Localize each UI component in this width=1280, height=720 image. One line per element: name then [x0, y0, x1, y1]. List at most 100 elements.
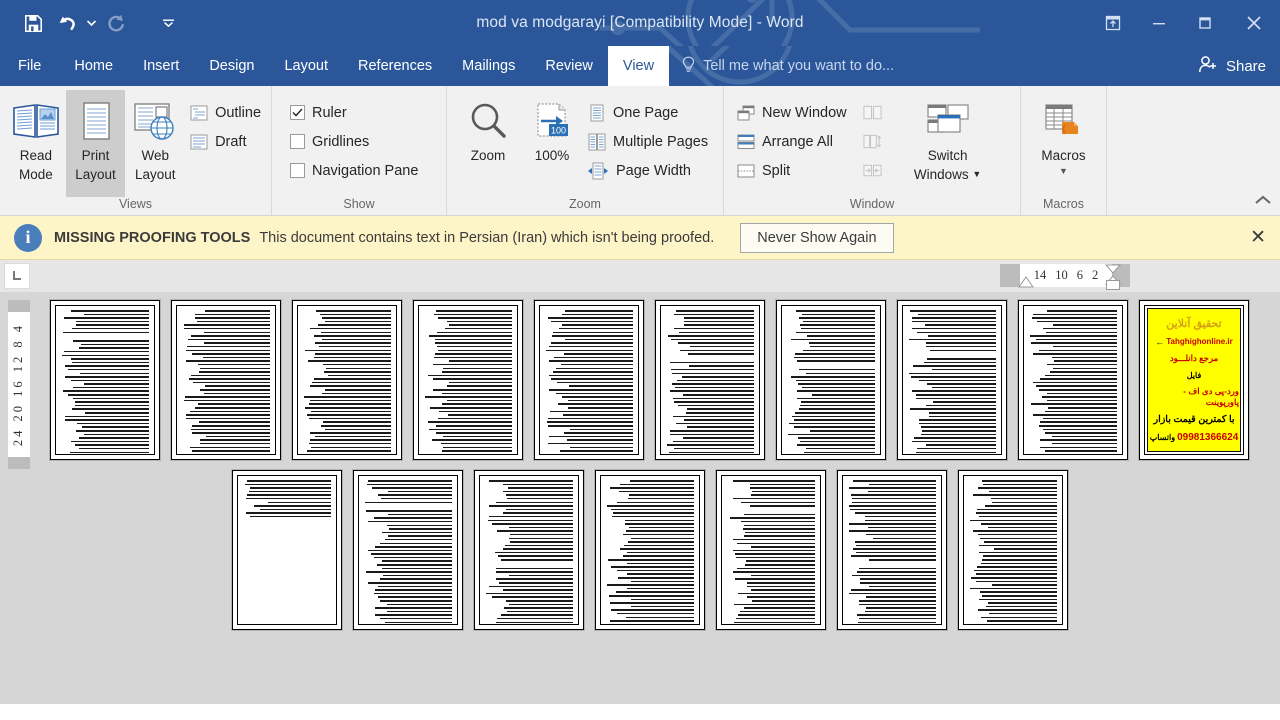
zoom-button[interactable]: Zoom [455, 90, 521, 197]
print-layout-button[interactable]: Print Layout [65, 90, 126, 197]
document-page[interactable] [776, 300, 886, 460]
document-page[interactable] [413, 300, 523, 460]
gridlines-checkbox-item[interactable]: Gridlines [286, 127, 422, 156]
draft-icon [189, 132, 208, 151]
document-text-line [373, 592, 452, 595]
document-page[interactable] [716, 470, 826, 630]
tab-stop-selector[interactable] [4, 263, 30, 289]
document-text-line [448, 324, 512, 326]
tab-file[interactable]: File [0, 46, 60, 86]
page-text-frame [842, 475, 942, 625]
zoom-100-button[interactable]: 100 100% [521, 90, 583, 197]
notification-message: This document contains text in Persian (… [259, 229, 715, 246]
document-page[interactable] [534, 300, 644, 460]
macros-button[interactable]: Macros ▼ [1028, 90, 1100, 197]
document-page[interactable] [837, 470, 947, 630]
document-text-line [788, 422, 875, 425]
document-page[interactable] [958, 470, 1068, 630]
left-indent-marker[interactable] [1018, 276, 1034, 288]
ruler-checkbox-item[interactable]: Ruler [286, 98, 422, 127]
page-text-frame [358, 475, 458, 625]
document-text-line [625, 523, 694, 525]
minimize-button[interactable] [1136, 0, 1182, 46]
document-text-line [927, 358, 996, 360]
document-text-line [1048, 407, 1117, 409]
document-text-line [1030, 342, 1117, 344]
navigation-pane-checkbox[interactable] [290, 163, 305, 178]
one-page-button[interactable]: One Page [583, 98, 712, 127]
document-page[interactable] [171, 300, 281, 460]
document-text-line [551, 378, 633, 380]
document-page[interactable] [353, 470, 463, 630]
tab-design[interactable]: Design [194, 46, 269, 86]
vertical-ruler[interactable]: 24 20 16 12 8 4 [8, 312, 30, 457]
document-text-line [549, 389, 633, 391]
tab-review[interactable]: Review [530, 46, 608, 86]
multiple-pages-button[interactable]: Multiple Pages [583, 127, 712, 156]
tab-insert[interactable]: Insert [128, 46, 194, 86]
page-text-frame [902, 305, 1002, 455]
document-text-line [569, 428, 633, 431]
undo-dropdown-button[interactable] [84, 8, 99, 38]
document-text-line [688, 365, 754, 367]
document-text-line [492, 523, 573, 525]
hanging-indent-marker[interactable] [1106, 280, 1120, 290]
tab-view[interactable]: View [607, 46, 670, 86]
draft-button[interactable]: Draft [185, 127, 265, 156]
document-text-line [609, 602, 694, 604]
outline-button[interactable]: Outline [185, 98, 265, 127]
document-page[interactable] [232, 470, 342, 630]
read-mode-label-2: Mode [18, 166, 53, 182]
page-text-frame [237, 475, 337, 625]
document-text-line [741, 520, 815, 523]
new-window-button[interactable]: New Window [732, 98, 851, 127]
web-layout-button[interactable]: Web Layout [125, 90, 185, 197]
notification-close-button[interactable]: ✕ [1250, 226, 1266, 249]
close-button[interactable] [1228, 0, 1280, 46]
arrange-all-button[interactable]: Arrange All [732, 127, 851, 156]
page-width-button[interactable]: Page Width [583, 156, 712, 185]
gridlines-checkbox[interactable] [290, 134, 305, 149]
restore-button[interactable] [1182, 0, 1228, 46]
document-canvas[interactable]: 24 20 16 12 8 4 تحقیق آنلاین Tahghighonli… [0, 292, 1280, 704]
navigation-pane-checkbox-item[interactable]: Navigation Pane [286, 156, 422, 185]
switch-windows-dropdown-icon[interactable]: ▼ [972, 169, 981, 179]
document-text-line [245, 512, 331, 514]
tab-layout[interactable]: Layout [269, 46, 343, 86]
document-text-line [183, 324, 270, 326]
document-text-line [431, 439, 512, 441]
split-button[interactable]: Split [732, 156, 851, 185]
read-mode-button[interactable]: Read Mode [6, 90, 66, 197]
switch-windows-button[interactable]: Switch Windows ▼ [900, 90, 996, 197]
macros-dropdown-icon[interactable]: ▼ [1059, 166, 1068, 176]
document-page[interactable] [1018, 300, 1128, 460]
document-text-line [80, 372, 149, 374]
document-text-line [195, 407, 270, 409]
document-text-line [606, 505, 694, 507]
undo-button[interactable] [50, 8, 84, 38]
document-page[interactable] [474, 470, 584, 630]
document-page[interactable] [595, 470, 705, 630]
tab-home[interactable]: Home [59, 46, 128, 86]
document-text-line [72, 408, 149, 410]
tab-mailings[interactable]: Mailings [447, 46, 530, 86]
document-page-advertisement[interactable]: تحقیق آنلاین Tahghighonline.ir ← مرجع دانلـ… [1139, 300, 1249, 460]
document-page[interactable] [292, 300, 402, 460]
never-show-again-button[interactable]: Never Show Again [740, 222, 894, 253]
tell-me-search[interactable]: Tell me what you want to do... [669, 46, 906, 86]
customize-quick-access-button[interactable] [161, 8, 176, 38]
save-button[interactable] [16, 8, 50, 38]
document-page[interactable] [897, 300, 1007, 460]
document-page[interactable] [655, 300, 765, 460]
document-text-line [569, 446, 633, 449]
tab-references[interactable]: References [343, 46, 447, 86]
share-button[interactable]: Share [1198, 46, 1266, 86]
ruler-checkbox[interactable] [290, 105, 305, 120]
collapse-ribbon-button[interactable] [1254, 193, 1272, 211]
document-text-line [310, 399, 391, 402]
document-text-line [71, 327, 149, 330]
document-text-line [801, 401, 875, 403]
document-text-line [926, 342, 996, 344]
ribbon-display-options-button[interactable] [1090, 0, 1136, 46]
document-page[interactable] [50, 300, 160, 460]
